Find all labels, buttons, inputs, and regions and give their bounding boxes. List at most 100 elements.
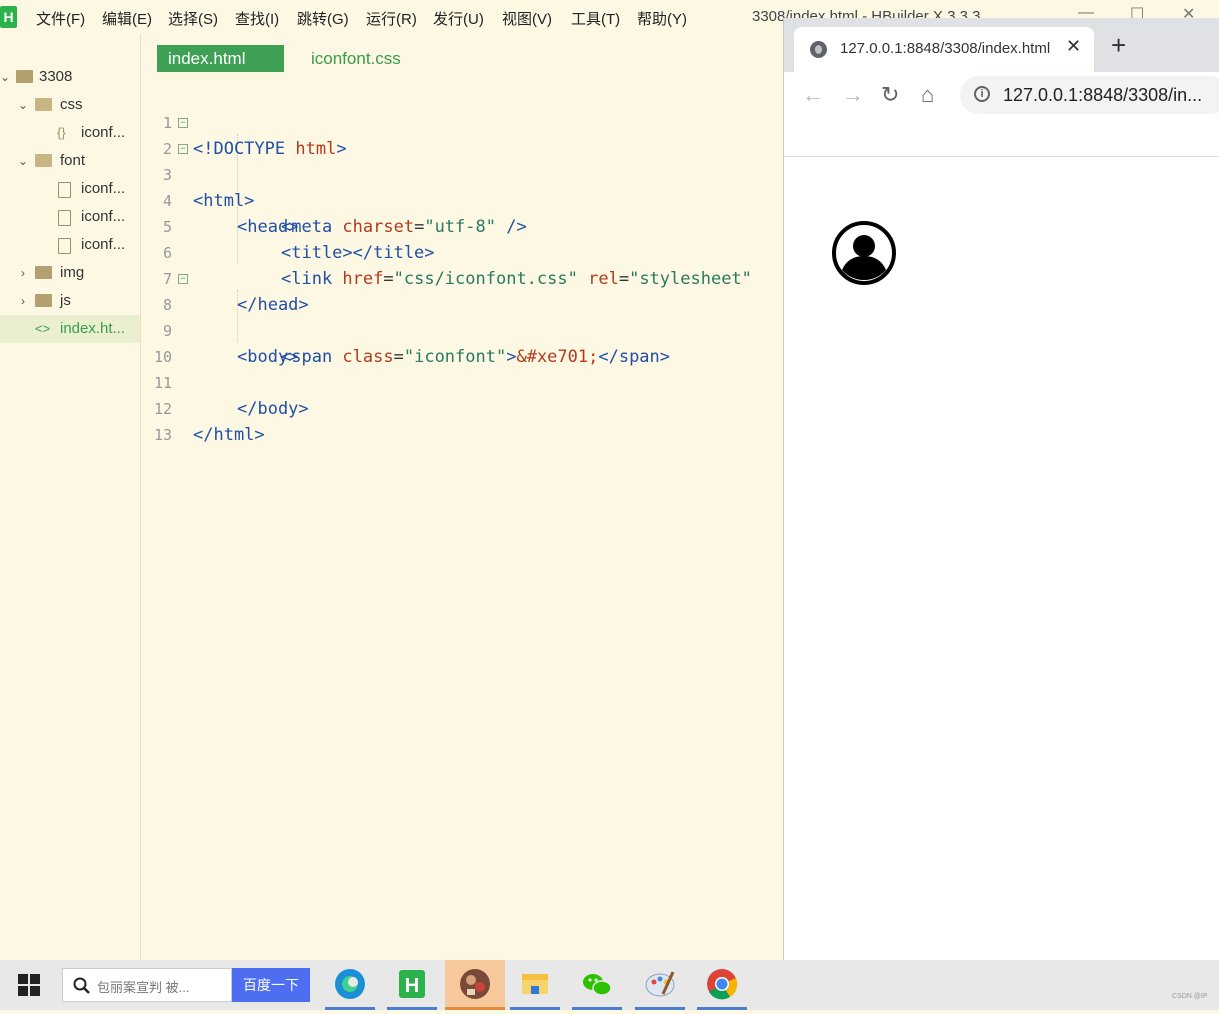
code-line: 8 − <body>: [141, 266, 784, 367]
menu-help[interactable]: 帮助(Y): [637, 8, 687, 29]
tree-item-label: iconf...: [81, 208, 126, 225]
menu-select[interactable]: 选择(S): [168, 8, 218, 29]
tree-item-label: iconf...: [81, 124, 126, 141]
tab-index-html[interactable]: index.html: [157, 45, 284, 72]
file-icon: [58, 210, 71, 226]
tree-item-font-file[interactable]: iconf...: [0, 231, 140, 259]
tree-item-label: img: [60, 264, 85, 281]
fold-toggle-icon[interactable]: −: [178, 274, 188, 284]
svg-text:H: H: [405, 975, 419, 997]
tree-item-js[interactable]: › js: [0, 287, 140, 315]
code-line: 10: [141, 318, 784, 366]
tree-item-label: js: [60, 292, 71, 309]
editor-tab-bar: index.html iconfont.css: [141, 34, 784, 82]
tree-item-project[interactable]: ⌄ 3308: [0, 63, 140, 91]
folder-icon: [35, 266, 52, 279]
tree-item-label: index.ht...: [60, 320, 126, 337]
code-line: 12 </html>: [141, 370, 784, 445]
windows-taskbar: 包丽案宣判 被... 百度一下 H CSDN @IP: [0, 960, 1219, 1010]
explorer-icon[interactable]: [510, 960, 560, 1010]
file-icon: [58, 182, 71, 198]
menu-goto[interactable]: 跳转(G): [297, 8, 349, 29]
browser-tab-title: 127.0.0.1:8848/3308/index.html: [840, 40, 1051, 57]
windows-start-icon[interactable]: [18, 974, 40, 996]
tree-item-label: iconf...: [81, 180, 126, 197]
menu-run[interactable]: 运行(R): [366, 8, 417, 29]
code-line: 3 − <head>: [141, 136, 784, 237]
code-line: 6 <link href="css/iconfont.css" rel="sty…: [141, 214, 784, 289]
code-line: 11 </body>: [141, 344, 784, 419]
close-tab-icon[interactable]: ✕: [1066, 36, 1081, 57]
globe-icon: [810, 41, 827, 58]
code-line: 7 </head>: [141, 240, 784, 315]
tree-item-font-file[interactable]: iconf...: [0, 203, 140, 231]
chevron-right-icon[interactable]: ›: [18, 259, 28, 287]
forward-arrow-icon[interactable]: →: [842, 82, 864, 108]
code-line: 1 <!DOCTYPE html>: [141, 84, 784, 159]
new-tab-button[interactable]: +: [1111, 32, 1126, 58]
url-text[interactable]: 127.0.0.1:8848/3308/in...: [1003, 85, 1213, 106]
tree-item-label: css: [60, 96, 83, 113]
site-info-icon[interactable]: i: [974, 86, 990, 102]
chevron-right-icon[interactable]: ›: [18, 287, 28, 315]
tab-iconfont-css[interactable]: iconfont.css: [311, 45, 401, 72]
project-tree: ⌄ 3308 ⌄ css {} iconf... ⌄ font iconf...…: [0, 34, 141, 960]
hbuilderx-logo-icon: H: [0, 6, 17, 28]
hbuilderx-icon[interactable]: H: [387, 960, 437, 1010]
code-line: 13: [141, 396, 784, 444]
baidu-search-button[interactable]: 百度一下: [232, 968, 310, 1002]
menu-find[interactable]: 查找(I): [235, 8, 279, 29]
menu-publish[interactable]: 发行(U): [433, 8, 484, 29]
taskbar-search-input[interactable]: 包丽案宣判 被...: [62, 968, 232, 1002]
address-bar[interactable]: i 127.0.0.1:8848/3308/in...: [960, 76, 1219, 114]
reload-icon[interactable]: ↻: [881, 82, 899, 108]
fold-toggle-icon[interactable]: −: [178, 144, 188, 154]
tree-item-img[interactable]: › img: [0, 259, 140, 287]
folder-icon: [35, 294, 52, 307]
chevron-down-icon[interactable]: ⌄: [18, 91, 28, 119]
browser-toolbar: ← → ↻ ⌂ i 127.0.0.1:8848/3308/in...: [784, 72, 1219, 157]
css-file-icon: {}: [57, 125, 66, 140]
edge-icon[interactable]: [325, 960, 375, 1010]
fold-toggle-icon[interactable]: −: [178, 118, 188, 128]
chevron-down-icon[interactable]: ⌄: [0, 63, 10, 91]
browser-tab-strip: 127.0.0.1:8848/3308/index.html ✕ +: [784, 18, 1219, 72]
tree-item-index-html[interactable]: <> index.ht...: [0, 315, 140, 343]
search-placeholder: 包丽案宣判 被...: [97, 980, 190, 995]
tree-item-css[interactable]: ⌄ css: [0, 91, 140, 119]
paint-icon[interactable]: [635, 960, 685, 1010]
html-file-icon: <>: [35, 321, 51, 336]
tree-item-label: iconf...: [81, 236, 126, 253]
code-line: 5 <title></title>: [141, 188, 784, 263]
tree-item-label: font: [60, 152, 86, 169]
browser-tab[interactable]: 127.0.0.1:8848/3308/index.html ✕: [794, 27, 1094, 72]
back-arrow-icon[interactable]: ←: [802, 82, 824, 108]
browser-window: 127.0.0.1:8848/3308/index.html ✕ + ← → ↻…: [783, 18, 1219, 960]
code-line: 9 <span class="iconfont">&#xe701;</span>: [141, 292, 784, 367]
code-line: 4 <meta charset="utf-8" />: [141, 162, 784, 237]
line-number: 13: [153, 426, 172, 444]
file-icon: [58, 238, 71, 254]
code-line: 2 − <html>: [141, 110, 784, 211]
tree-item-font[interactable]: ⌄ font: [0, 147, 140, 175]
tree-item-label: 3308: [39, 68, 73, 85]
code-editor[interactable]: 1 <!DOCTYPE html> 2 − <html> 3 − <head> …: [141, 82, 784, 960]
chevron-down-icon[interactable]: ⌄: [18, 147, 28, 175]
tree-item-iconfont-css[interactable]: {} iconf...: [0, 119, 140, 147]
menu-tools[interactable]: 工具(T): [571, 8, 620, 29]
watermark-text: CSDN @IP: [1172, 993, 1208, 1000]
folder-open-icon: [35, 98, 52, 111]
search-icon: [73, 977, 90, 994]
folder-open-icon: [35, 154, 52, 167]
home-icon[interactable]: ⌂: [921, 82, 934, 108]
menu-edit[interactable]: 编辑(E): [102, 8, 152, 29]
menu-file[interactable]: 文件(F): [36, 8, 85, 29]
project-folder-icon: [16, 70, 33, 83]
photo-icon[interactable]: [445, 960, 505, 1010]
user-circle-icon: [832, 221, 896, 285]
chrome-icon[interactable]: [697, 960, 747, 1010]
menu-view[interactable]: 视图(V): [502, 8, 552, 29]
rendered-page: [784, 157, 1219, 960]
tree-item-font-file[interactable]: iconf...: [0, 175, 140, 203]
wechat-icon[interactable]: [572, 960, 622, 1010]
